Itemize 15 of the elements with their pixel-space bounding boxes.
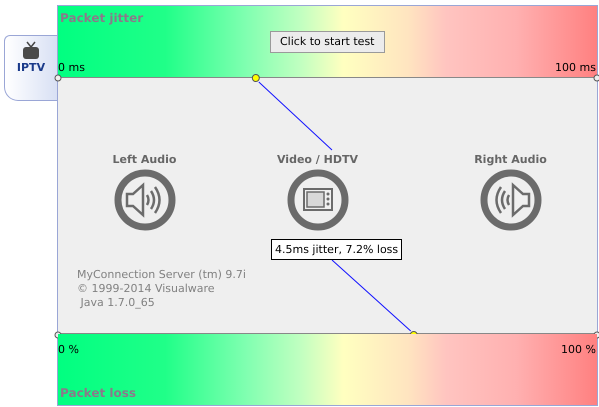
scale-title: Packet jitter bbox=[60, 10, 144, 27]
iptv-tab[interactable]: IPTV bbox=[4, 35, 57, 101]
max-label: 100 ms bbox=[555, 60, 596, 76]
min-label: 0 % bbox=[58, 342, 79, 358]
channel-title: Left Audio bbox=[112, 152, 176, 168]
start-test-button[interactable]: Click to start test bbox=[270, 31, 384, 53]
result-label: 4.5ms jitter, 7.2% loss bbox=[271, 239, 402, 260]
scale-title: Packet loss bbox=[60, 385, 136, 402]
channel-title: Right Audio bbox=[474, 152, 547, 168]
channel-title: Video / HDTV bbox=[276, 152, 358, 168]
max-label: 100 % bbox=[561, 342, 596, 358]
credit-line: © 1999-2014 Visualware bbox=[77, 282, 216, 296]
min-label: 0 ms bbox=[58, 60, 85, 76]
credit-line: MyConnection Server (tm) 9.7i bbox=[77, 268, 246, 282]
credit-line: Java 1.7.0_65 bbox=[79, 296, 156, 310]
